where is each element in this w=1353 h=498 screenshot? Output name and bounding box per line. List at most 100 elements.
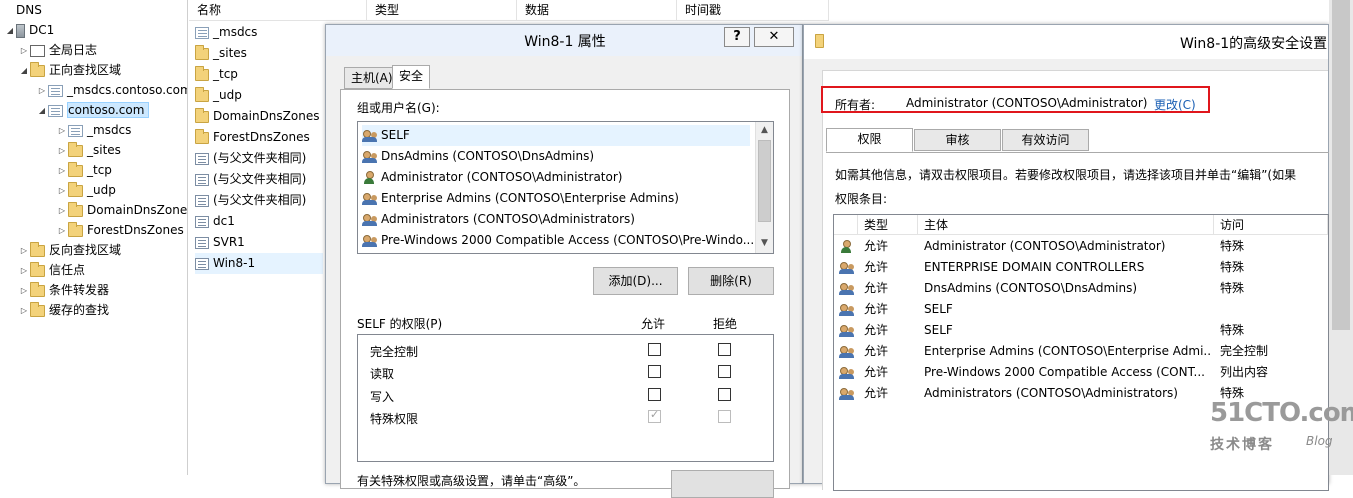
tree-node-domaindnszones[interactable]: ▷ DomainDnsZones xyxy=(56,200,187,221)
collapse-arrow-icon[interactable]: ▷ xyxy=(18,281,30,301)
column-data[interactable]: 数据 xyxy=(517,0,677,21)
list-item[interactable]: dc1 xyxy=(195,211,323,232)
column-timestamp[interactable]: 时间戳 xyxy=(677,0,829,21)
deny-full-control-checkbox[interactable] xyxy=(718,343,731,356)
collapse-arrow-icon[interactable]: ▷ xyxy=(18,301,30,321)
collapse-arrow-icon[interactable]: ▷ xyxy=(56,141,68,161)
column-icon xyxy=(834,215,858,235)
collapse-arrow-icon[interactable]: ▷ xyxy=(56,201,68,221)
user-item[interactable]: Pre-Windows 2000 Compatible Access (CONT… xyxy=(362,230,754,251)
collapse-arrow-icon[interactable]: ▷ xyxy=(56,121,68,141)
tree-node-forward-zones[interactable]: ◢ 正向查找区域 xyxy=(18,60,121,80)
permissions-label: SELF 的权限(P) xyxy=(357,317,443,331)
column-principal[interactable]: 主体 xyxy=(918,215,1214,235)
scroll-thumb[interactable] xyxy=(758,140,771,222)
list-item[interactable]: (与父文件夹相同) xyxy=(195,190,323,211)
zone-icon xyxy=(48,84,63,97)
expand-arrow-icon[interactable]: ◢ xyxy=(36,101,48,121)
perm-special: 特殊权限 xyxy=(370,412,419,426)
deny-write-checkbox[interactable] xyxy=(718,388,731,401)
list-item[interactable]: DomainDnsZones xyxy=(195,106,323,127)
dialog-titlebar[interactable]: Win8-1 属性 ? ✕ xyxy=(326,25,802,56)
users-listbox[interactable]: SELF DnsAdmins (CONTOSO\DnsAdmins) Admin… xyxy=(357,121,774,254)
table-row[interactable]: 允许 Pre-Windows 2000 Compatible Access (C… xyxy=(834,362,1328,383)
table-row[interactable]: 允许 ENTERPRISE DOMAIN CONTROLLERS 特殊 xyxy=(834,257,1328,278)
log-icon xyxy=(30,44,45,57)
list-item[interactable]: _sites xyxy=(195,43,323,64)
expand-arrow-icon[interactable]: ◢ xyxy=(4,21,16,41)
collapse-arrow-icon[interactable]: ▷ xyxy=(36,81,48,101)
collapse-arrow-icon[interactable]: ▷ xyxy=(18,241,30,261)
allow-full-control-checkbox[interactable] xyxy=(648,343,661,356)
tree-node-udp[interactable]: ▷ _udp xyxy=(56,180,116,200)
scroll-thumb[interactable] xyxy=(1332,0,1350,330)
user-item[interactable]: Enterprise Admins (CONTOSO\Enterprise Ad… xyxy=(362,188,750,209)
deny-read-checkbox[interactable] xyxy=(718,365,731,378)
add-button[interactable]: 添加(D)... xyxy=(593,267,678,295)
scroll-up-icon[interactable]: ▲ xyxy=(756,122,773,139)
tab-effective-access[interactable]: 有效访问 xyxy=(1002,129,1089,151)
server-icon xyxy=(16,23,25,38)
zone-icon xyxy=(48,104,63,117)
info-text: 如需其他信息，请双击权限项目。若要修改权限项目，请选择该项目并单击“编辑”(如果 xyxy=(835,168,1297,182)
tree-node-trust-points[interactable]: ▷ 信任点 xyxy=(18,260,85,280)
table-row[interactable]: 允许 Administrator (CONTOSO\Administrator)… xyxy=(834,236,1328,257)
list-item[interactable]: (与父文件夹相同) xyxy=(195,148,323,169)
tree-node-dc1[interactable]: ◢ DC1 xyxy=(4,20,54,40)
dns-icon xyxy=(2,5,12,17)
list-item[interactable]: (与父文件夹相同) xyxy=(195,169,323,190)
column-type[interactable]: 类型 xyxy=(858,215,918,235)
users-scrollbar[interactable]: ▲ ▼ xyxy=(755,122,773,253)
tree-root-dns[interactable]: DNS xyxy=(2,0,42,20)
column-name[interactable]: 名称 xyxy=(189,0,367,21)
table-row[interactable]: 允许 DnsAdmins (CONTOSO\DnsAdmins) 特殊 xyxy=(834,278,1328,299)
user-item[interactable]: Administrators (CONTOSO\Administrators) xyxy=(362,209,750,230)
remove-button[interactable]: 删除(R) xyxy=(688,267,774,295)
collapse-arrow-icon[interactable]: ▷ xyxy=(18,41,30,61)
record-icon xyxy=(195,194,209,207)
advanced-button[interactable] xyxy=(671,470,774,498)
folder-icon xyxy=(68,201,83,217)
tab-security[interactable]: 安全 xyxy=(392,65,431,89)
collapse-arrow-icon[interactable]: ▷ xyxy=(18,261,30,281)
help-button[interactable]: ? xyxy=(724,27,750,47)
allow-read-checkbox[interactable] xyxy=(648,365,661,378)
entry-type: 允许 xyxy=(864,260,889,274)
list-item[interactable]: _udp xyxy=(195,85,323,106)
tree-node-sites[interactable]: ▷ _sites xyxy=(56,140,121,160)
group-icon xyxy=(362,213,378,226)
collapse-arrow-icon[interactable]: ▷ xyxy=(56,181,68,201)
table-row[interactable]: 允许 SELF xyxy=(834,299,1328,320)
tree-node-tcp[interactable]: ▷ _tcp xyxy=(56,160,112,180)
list-item[interactable]: _msdcs xyxy=(195,22,323,43)
close-button[interactable]: ✕ xyxy=(754,27,794,47)
user-item[interactable]: DnsAdmins (CONTOSO\DnsAdmins) xyxy=(362,146,750,167)
deny-header: 拒绝 xyxy=(713,317,738,331)
tree-node-msdcs-zone[interactable]: ▷ _msdcs.contoso.com xyxy=(36,80,187,101)
tree-node-reverse-zones[interactable]: ▷ 反向查找区域 xyxy=(18,240,121,260)
user-item-self[interactable]: SELF xyxy=(362,125,750,146)
tree-node-cached-lookups[interactable]: ▷ 缓存的查找 xyxy=(18,300,109,320)
table-row[interactable]: 允许 SELF 特殊 xyxy=(834,320,1328,341)
list-item[interactable]: SVR1 xyxy=(195,232,323,253)
dialog-titlebar[interactable]: Win8-1的高级安全设置 xyxy=(804,25,1328,59)
tree-node-forestdnszones[interactable]: ▷ ForestDnsZones xyxy=(56,220,184,240)
tab-permissions[interactable]: 权限 xyxy=(826,128,913,152)
tree-node-global-logs[interactable]: ▷ 全局日志 xyxy=(18,40,97,60)
user-item[interactable]: Administrator (CONTOSO\Administrator) xyxy=(362,167,750,188)
tree-node-msdcs[interactable]: ▷ _msdcs xyxy=(56,120,132,141)
tab-auditing[interactable]: 审核 xyxy=(914,129,1001,151)
list-item[interactable]: _tcp xyxy=(195,64,323,85)
collapse-arrow-icon[interactable]: ▷ xyxy=(56,161,68,181)
collapse-arrow-icon[interactable]: ▷ xyxy=(56,221,68,241)
column-type[interactable]: 类型 xyxy=(367,0,517,21)
tree-node-contoso[interactable]: ◢ contoso.com xyxy=(36,100,150,121)
list-item[interactable]: ForestDnsZones xyxy=(195,127,323,148)
scroll-down-icon[interactable]: ▼ xyxy=(756,235,773,252)
tree-node-conditional-forwarders[interactable]: ▷ 条件转发器 xyxy=(18,280,109,300)
table-row[interactable]: 允许 Enterprise Admins (CONTOSO\Enterprise… xyxy=(834,341,1328,362)
allow-write-checkbox[interactable] xyxy=(648,388,661,401)
expand-arrow-icon[interactable]: ◢ xyxy=(18,61,30,81)
column-access[interactable]: 访问 xyxy=(1214,215,1328,235)
list-item-selected[interactable]: Win8-1 xyxy=(195,253,323,274)
